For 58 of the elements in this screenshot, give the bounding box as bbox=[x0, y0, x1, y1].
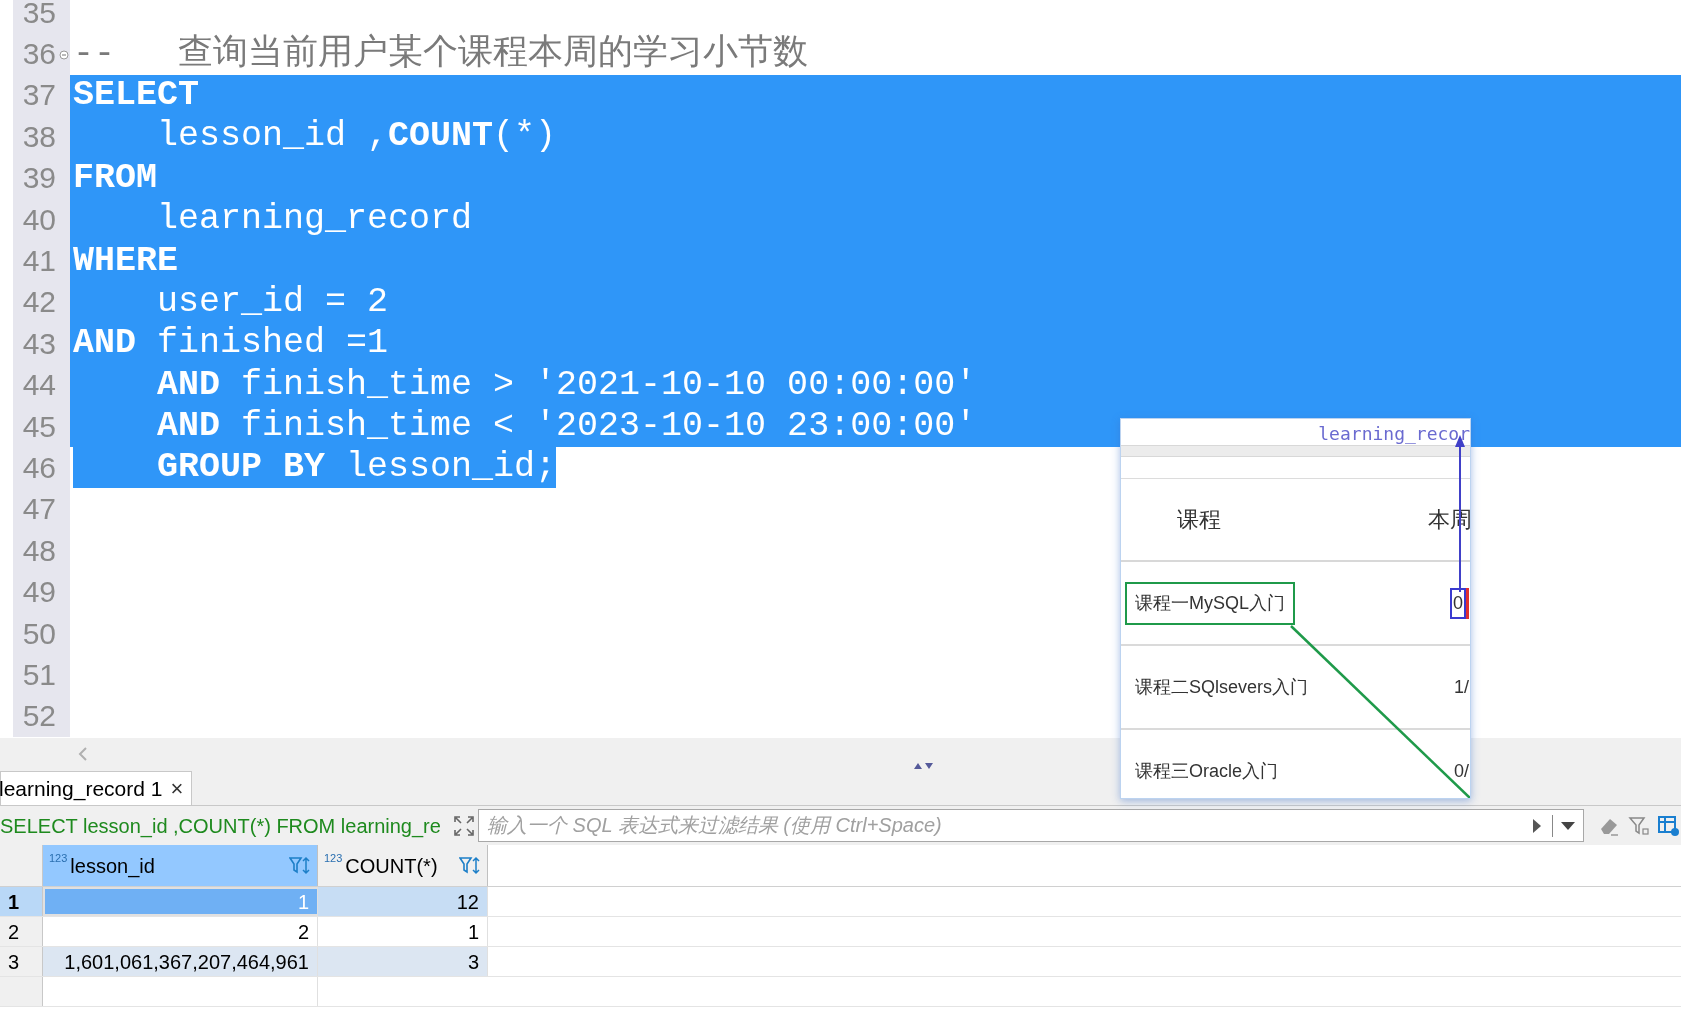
line-number: 42 bbox=[22, 287, 56, 318]
line-number: 36 bbox=[22, 39, 56, 70]
column-name: COUNT(*) bbox=[345, 853, 439, 879]
row-number[interactable]: 3 bbox=[0, 947, 43, 976]
result-tab[interactable]: learning_record 1 × bbox=[0, 771, 193, 805]
code-line: lesson_id ,COUNT(*) bbox=[156, 116, 557, 158]
code-line: AND finish_time < '2023-10-10 23:00:00' bbox=[156, 406, 977, 448]
line-number: 40 bbox=[22, 204, 56, 235]
code-line: AND finished =1 bbox=[73, 323, 389, 365]
code-line: AND finish_time > '2021-10-10 00:00:00' bbox=[156, 364, 977, 406]
code-line: SELECT bbox=[73, 74, 200, 116]
table-cell[interactable]: 12 bbox=[318, 887, 488, 916]
filter-sort-icon[interactable] bbox=[289, 855, 311, 876]
line-number: 39 bbox=[22, 163, 56, 194]
scroll-left-icon[interactable] bbox=[78, 746, 88, 762]
table-name: learning_recor bbox=[1318, 423, 1470, 445]
progress-value: 1/ bbox=[1453, 675, 1470, 699]
line-number: 46 bbox=[22, 453, 56, 483]
line-number: 47 bbox=[22, 494, 56, 525]
table-cell[interactable]: 1,601,061,367,207,464,961 bbox=[43, 947, 318, 976]
course-name: 课程一MySQL入门 bbox=[1125, 581, 1295, 625]
number-type-icon: 123 bbox=[49, 853, 68, 864]
line-number: 48 bbox=[22, 535, 56, 566]
course-name: 课程三Oracle入门 bbox=[1134, 759, 1279, 783]
course-name: 课程二SQlsevers入门 bbox=[1134, 675, 1310, 699]
close-button[interactable]: × bbox=[170, 772, 184, 805]
line-number: 41 bbox=[22, 246, 56, 277]
line-number: 49 bbox=[22, 577, 56, 608]
line-number: 51 bbox=[22, 659, 56, 690]
table-cell[interactable]: 3 bbox=[318, 947, 488, 976]
line-number: 50 bbox=[22, 618, 56, 649]
column-name: lesson_id bbox=[70, 853, 156, 880]
progress-value: 0/ bbox=[1453, 759, 1470, 783]
line-number: 37 bbox=[22, 80, 56, 111]
row-number[interactable]: 1 bbox=[0, 887, 43, 916]
expand-icon[interactable] bbox=[454, 815, 474, 836]
row-number[interactable]: 2 bbox=[0, 917, 43, 946]
code-comment: -- 查询当前用户某个课程本周的学习小节数 bbox=[73, 33, 809, 75]
line-number: 44 bbox=[22, 370, 56, 401]
code-line: FROM bbox=[73, 157, 157, 199]
dropdown-caret-icon[interactable] bbox=[1561, 821, 1575, 830]
line-number: 43 bbox=[22, 328, 56, 359]
line-number: 38 bbox=[22, 121, 56, 152]
query-text: SELECT lesson_id ,COUNT(*) FROM learning_re bbox=[0, 813, 442, 840]
number-type-icon: 123 bbox=[324, 853, 343, 864]
fold-icon[interactable] bbox=[59, 50, 69, 61]
run-icon[interactable] bbox=[1532, 817, 1542, 834]
filter-sort-icon[interactable] bbox=[459, 855, 481, 876]
column-header: 课程 bbox=[1177, 506, 1221, 534]
line-number: 52 bbox=[22, 701, 56, 732]
progress-value: 0 bbox=[1450, 587, 1466, 619]
filter-icon[interactable] bbox=[1628, 814, 1650, 837]
line-number: 45 bbox=[22, 411, 56, 442]
code-line: WHERE bbox=[73, 240, 179, 282]
line-number: 35 bbox=[22, 0, 56, 28]
code-line: user_id = 2 bbox=[156, 281, 389, 323]
table-settings-icon[interactable] bbox=[1658, 814, 1680, 837]
code-line: learning_record bbox=[156, 199, 473, 241]
